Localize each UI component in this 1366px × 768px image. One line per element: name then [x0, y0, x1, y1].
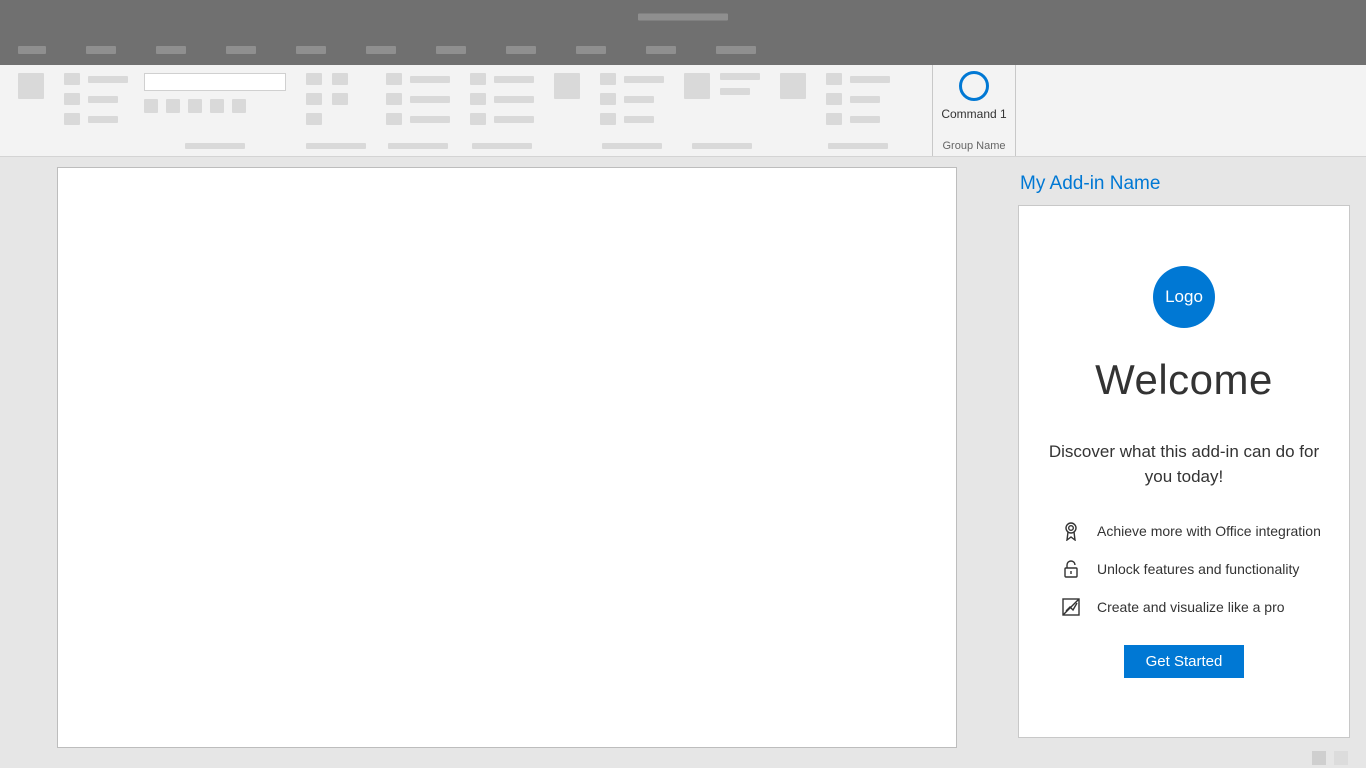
view-button[interactable]: [1334, 751, 1348, 765]
feature-item: Create and visualize like a pro: [1061, 597, 1329, 617]
document-page[interactable]: [57, 167, 957, 748]
ribbon-chunk: [376, 73, 460, 156]
ribbon-tab[interactable]: [156, 46, 186, 54]
ribbon-tab[interactable]: [86, 46, 116, 54]
addin-logo: Logo: [1153, 266, 1215, 328]
feature-text: Unlock features and functionality: [1097, 561, 1299, 577]
task-pane: My Add-in Name Logo Welcome Discover wha…: [1018, 157, 1366, 748]
welcome-subheading: Discover what this add-in can do for you…: [1039, 440, 1329, 489]
ribbon-chunk: [138, 73, 296, 156]
title-bar: [0, 0, 1366, 34]
ribbon-chunk: [816, 73, 900, 156]
ribbon-tab[interactable]: [716, 46, 756, 54]
command-icon[interactable]: [959, 71, 989, 101]
command-label[interactable]: Command 1: [941, 107, 1006, 121]
feature-list: Achieve more with Office integration Unl…: [1039, 521, 1329, 617]
ribbon-tab[interactable]: [366, 46, 396, 54]
ribbon-chunk: [8, 73, 54, 156]
ribbon-chunk: [674, 73, 770, 156]
status-bar: [0, 748, 1366, 768]
content-area: My Add-in Name Logo Welcome Discover wha…: [0, 157, 1366, 748]
ribbon-chunk: [54, 73, 138, 156]
unlock-icon: [1061, 559, 1081, 579]
get-started-button[interactable]: Get Started: [1124, 645, 1245, 678]
document-area: [0, 157, 1018, 748]
group-label: Group Name: [943, 140, 1006, 152]
ribbon-tab[interactable]: [506, 46, 536, 54]
ribbon-chunk: [296, 73, 376, 156]
title-placeholder: [638, 14, 728, 21]
ribbon-tab[interactable]: [226, 46, 256, 54]
feature-text: Create and visualize like a pro: [1097, 599, 1285, 615]
ribbon-tab[interactable]: [646, 46, 676, 54]
ribbon-tab[interactable]: [18, 46, 46, 54]
welcome-heading: Welcome: [1095, 356, 1273, 404]
view-button[interactable]: [1312, 751, 1326, 765]
ribbon-chunk: [590, 73, 674, 156]
task-pane-body: Logo Welcome Discover what this add-in c…: [1018, 205, 1350, 738]
ribbon-chunk: [770, 73, 816, 156]
feature-item: Unlock features and functionality: [1061, 559, 1329, 579]
ribbon-tabs: [0, 34, 1366, 65]
feature-text: Achieve more with Office integration: [1097, 523, 1321, 539]
ribbon-body: [0, 65, 932, 156]
task-pane-title: My Add-in Name: [1018, 167, 1350, 205]
ribbon-award-icon: [1061, 521, 1081, 541]
ribbon-tab[interactable]: [576, 46, 606, 54]
ribbon-tab[interactable]: [436, 46, 466, 54]
chart-icon: [1061, 597, 1081, 617]
ribbon-chunk: [460, 73, 544, 156]
logo-text: Logo: [1165, 287, 1203, 307]
ribbon: Command 1 Group Name: [0, 65, 1366, 157]
ribbon-tab[interactable]: [296, 46, 326, 54]
ribbon-custom-group: Command 1 Group Name: [932, 65, 1016, 156]
ribbon-chunk: [544, 73, 590, 156]
feature-item: Achieve more with Office integration: [1061, 521, 1329, 541]
ribbon-input[interactable]: [144, 73, 286, 91]
